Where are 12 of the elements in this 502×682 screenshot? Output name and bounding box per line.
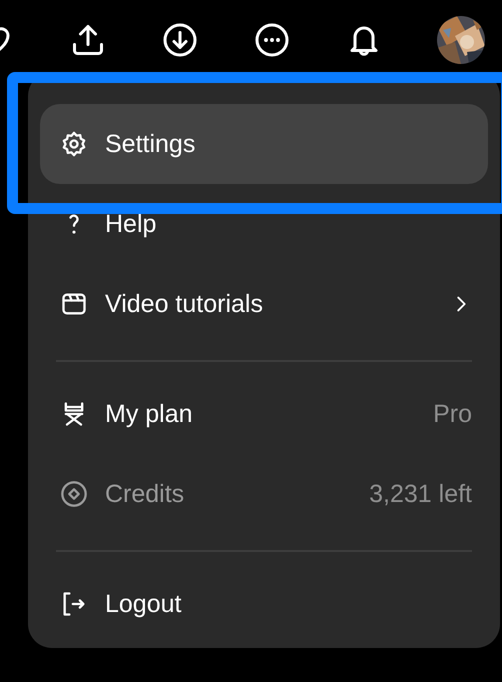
upload-icon[interactable] (70, 22, 106, 58)
item-value: 3,231 left (369, 480, 472, 508)
menu-item[interactable]: Video tutorials (40, 264, 488, 344)
menu-item[interactable]: Settings (40, 104, 488, 184)
coin-icon (60, 480, 88, 508)
menu-item[interactable]: My plan Pro (40, 374, 488, 454)
gear-icon (60, 130, 88, 158)
item-value: Pro (433, 400, 472, 428)
more-icon[interactable] (254, 22, 290, 58)
menu-item[interactable]: Logout (40, 564, 488, 644)
download-icon[interactable] (162, 22, 198, 58)
menu-item[interactable]: Help (40, 184, 488, 264)
